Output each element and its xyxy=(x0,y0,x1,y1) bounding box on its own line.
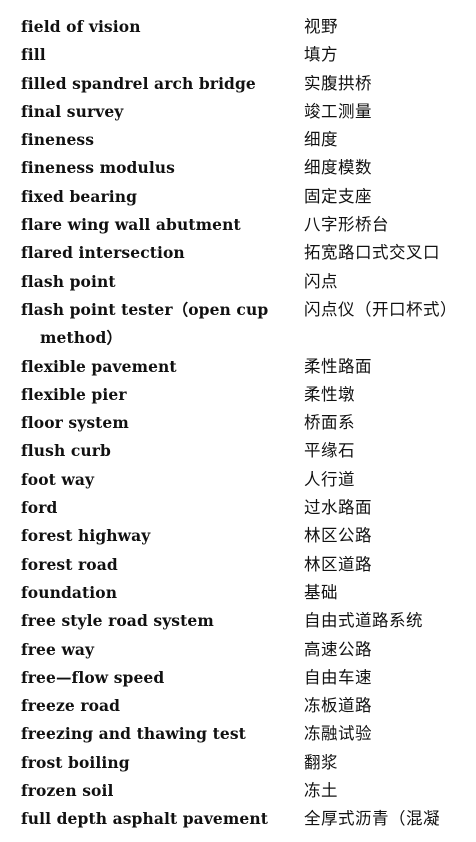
chinese-term: 高速公路 xyxy=(304,639,372,659)
english-term: ford xyxy=(21,498,58,518)
glossary-entry: flexible pier 柔性墩 xyxy=(0,379,476,407)
chinese-term: 冻板道路 xyxy=(304,696,372,716)
glossary-entry: fill 填方 xyxy=(0,39,476,67)
glossary-entry: flush curb 平缘石 xyxy=(0,435,476,463)
glossary-entry: fixed bearing 固定支座 xyxy=(0,181,476,209)
glossary-entry: freezing and thawing test 冻融试验 xyxy=(0,718,476,746)
glossary-entry: final survey 竣工测量 xyxy=(0,96,476,124)
english-term: frozen soil xyxy=(21,781,114,801)
english-term: floor system xyxy=(21,413,129,433)
chinese-term: 细度 xyxy=(304,130,338,150)
english-term: free style road system xyxy=(21,611,214,631)
glossary-entry: floor system 桥面系 xyxy=(0,407,476,435)
chinese-term: 桥面系 xyxy=(304,413,355,433)
english-term: flare wing wall abutment xyxy=(21,215,241,235)
chinese-term: 视野 xyxy=(304,17,338,36)
glossary-list: field of vision 视野 fill 填方 filled spandrel… xyxy=(0,11,476,832)
chinese-term: 林区道路 xyxy=(304,554,372,574)
chinese-term: 自由式道路系统 xyxy=(304,611,423,631)
english-term: frost boiling xyxy=(21,752,130,772)
chinese-term: 冻融试验 xyxy=(304,724,372,744)
chinese-term: 柔性路面 xyxy=(304,356,372,376)
chinese-term: 平缘石 xyxy=(304,441,355,461)
chinese-term: 翻浆 xyxy=(304,752,338,772)
english-term: freeze road xyxy=(21,696,121,716)
glossary-entry: flexible pavement 柔性路面 xyxy=(0,351,476,379)
chinese-term: 闪点 xyxy=(304,271,338,291)
glossary-entry: forest highway 林区公路 xyxy=(0,520,476,548)
glossary-entry: frozen soil 冻土 xyxy=(0,775,476,803)
chinese-term: 固定支座 xyxy=(304,186,372,206)
english-term: filled spandrel arch bridge xyxy=(21,73,256,93)
english-term: flexible pier xyxy=(21,384,127,404)
english-term: fill xyxy=(21,45,46,65)
glossary-entry: free way 高速公路 xyxy=(0,634,476,662)
chinese-term: 闪点仪（开口杯式） xyxy=(304,299,457,319)
glossary-entry: freeze road 冻板道路 xyxy=(0,690,476,718)
chinese-term: 填方 xyxy=(304,45,338,65)
glossary-entry: free style road system 自由式道路系统 xyxy=(0,605,476,633)
english-term: foot way xyxy=(21,469,95,489)
glossary-entry: flare wing wall abutment 八字形桥台 xyxy=(0,209,476,237)
english-term: flush curb xyxy=(21,441,111,461)
glossary-entry: filled spandrel arch bridge 实腹拱桥 xyxy=(0,68,476,96)
chinese-term: 实腹拱桥 xyxy=(304,73,372,93)
glossary-entry: fineness modulus 细度模数 xyxy=(0,152,476,180)
glossary-entry: ford 过水路面 xyxy=(0,492,476,520)
english-term: final survey xyxy=(21,101,124,121)
chinese-term: 八字形桥台 xyxy=(304,215,389,235)
english-term: forest road xyxy=(21,554,118,574)
glossary-entry: field of vision 视野 xyxy=(0,11,476,39)
glossary-entry: free—flow speed 自由车速 xyxy=(0,662,476,690)
chinese-term: 基础 xyxy=(304,582,338,602)
english-term: freezing and thawing test xyxy=(21,724,246,744)
glossary-entry: flash point tester（open cup method） 闪点仪（开… xyxy=(0,294,476,351)
chinese-term: 拓宽路口式交叉口 xyxy=(304,243,440,263)
glossary-entry: forest road 林区道路 xyxy=(0,549,476,577)
glossary-entry: flash point 闪点 xyxy=(0,266,476,294)
english-term: fineness modulus xyxy=(21,158,175,178)
english-term: fineness xyxy=(21,130,95,150)
chinese-term: 细度模数 xyxy=(304,158,372,178)
glossary-entry: flared intersection 拓宽路口式交叉口 xyxy=(0,237,476,265)
chinese-term: 林区公路 xyxy=(304,526,372,546)
english-term: flared intersection xyxy=(21,243,185,263)
english-term: full depth asphalt pavement xyxy=(21,809,268,829)
chinese-term: 冻土 xyxy=(304,781,338,801)
english-term: forest highway xyxy=(21,526,151,546)
english-term: foundation xyxy=(21,582,118,602)
glossary-entry: fineness 细度 xyxy=(0,124,476,152)
glossary-entry: foundation 基础 xyxy=(0,577,476,605)
english-term: flash point tester（open cup method） xyxy=(21,299,269,348)
english-term: flexible pavement xyxy=(21,356,177,376)
english-term: field of vision xyxy=(21,17,141,36)
glossary-entry: full depth asphalt pavement 全厚式沥青（混凝 xyxy=(0,803,476,831)
english-term: free way xyxy=(21,639,95,659)
english-term: flash point xyxy=(21,271,116,291)
chinese-term: 全厚式沥青（混凝 xyxy=(304,809,440,829)
glossary-entry: frost boiling 翻浆 xyxy=(0,747,476,775)
chinese-term: 自由车速 xyxy=(304,667,372,687)
glossary-entry: foot way 人行道 xyxy=(0,464,476,492)
chinese-term: 竣工测量 xyxy=(304,101,372,121)
chinese-term: 人行道 xyxy=(304,469,355,489)
chinese-term: 过水路面 xyxy=(304,498,372,518)
chinese-term: 柔性墩 xyxy=(304,384,355,404)
english-term: free—flow speed xyxy=(21,667,165,687)
english-term: fixed bearing xyxy=(21,186,138,206)
